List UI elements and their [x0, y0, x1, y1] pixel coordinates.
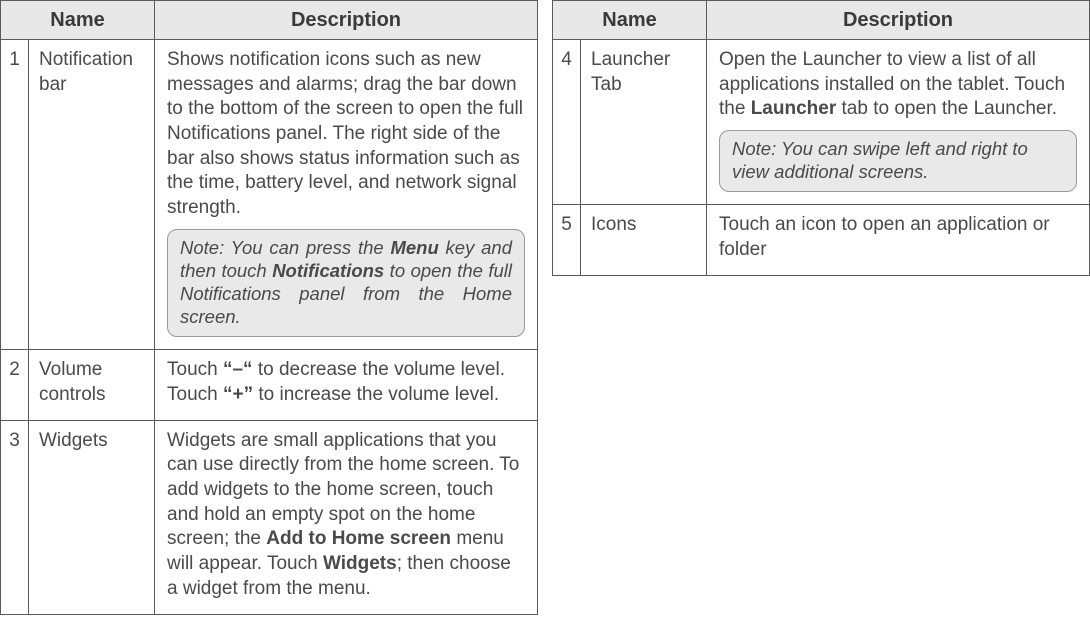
description-text: Open the Launcher to view a list of all … [719, 48, 1077, 122]
table-row: 3WidgetsWidgets are small applications t… [1, 420, 538, 614]
table-row: 5IconsTouch an icon to open an applicati… [553, 205, 1090, 275]
row-index: 3 [1, 420, 29, 614]
left-table: Name Description 1Notification barShows … [0, 0, 538, 615]
row-name: Notification bar [29, 40, 155, 350]
description-text: Widgets are small applications that you … [167, 429, 525, 602]
row-description: Open the Launcher to view a list of all … [707, 40, 1090, 205]
description-text: Touch “–“ to decrease the volume level. … [167, 358, 525, 407]
table-row: 1Notification barShows notification icon… [1, 40, 538, 350]
row-name: Launcher Tab [581, 40, 707, 205]
right-column: Name Description 4Launcher TabOpen the L… [552, 0, 1090, 631]
header-description: Description [155, 1, 538, 40]
note-box: Note: You can swipe left and right to vi… [719, 130, 1077, 192]
row-name: Icons [581, 205, 707, 275]
description-text: Touch an icon to open an application or … [719, 213, 1077, 262]
row-index: 4 [553, 40, 581, 205]
header-description: Description [707, 1, 1090, 40]
description-text: Shows notification icons such as new mes… [167, 48, 525, 221]
row-index: 5 [553, 205, 581, 275]
table-row: 4Launcher TabOpen the Launcher to view a… [553, 40, 1090, 205]
row-name: Widgets [29, 420, 155, 614]
note-box: Note: You can press the Menu key and the… [167, 229, 525, 338]
row-description: Touch “–“ to decrease the volume level. … [155, 350, 538, 420]
row-description: Touch an icon to open an application or … [707, 205, 1090, 275]
right-table: Name Description 4Launcher TabOpen the L… [552, 0, 1090, 276]
row-name: Volume con­trols [29, 350, 155, 420]
row-description: Shows notification icons such as new mes… [155, 40, 538, 350]
header-name: Name [1, 1, 155, 40]
row-index: 2 [1, 350, 29, 420]
header-name: Name [553, 1, 707, 40]
row-index: 1 [1, 40, 29, 350]
left-column: Name Description 1Notification barShows … [0, 0, 538, 631]
table-row: 2Volume con­trolsTouch “–“ to decrease t… [1, 350, 538, 420]
row-description: Widgets are small applications that you … [155, 420, 538, 614]
